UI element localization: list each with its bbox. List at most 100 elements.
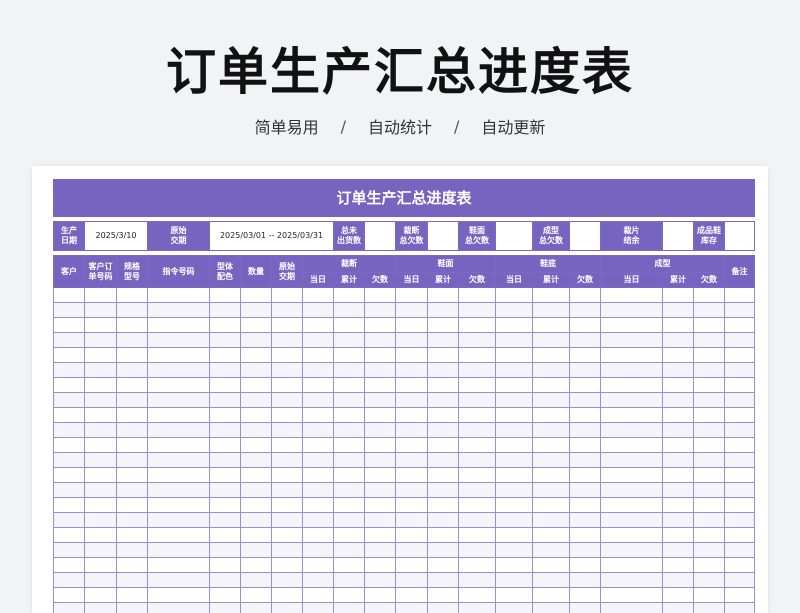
table-cell[interactable] xyxy=(53,587,85,603)
table-cell[interactable] xyxy=(532,422,570,438)
table-cell[interactable] xyxy=(116,392,148,408)
table-cell[interactable] xyxy=(84,452,117,468)
table-cell[interactable] xyxy=(723,287,756,303)
table-cell[interactable] xyxy=(532,302,570,318)
table-cell[interactable] xyxy=(458,512,496,528)
table-cell[interactable] xyxy=(458,302,496,318)
table-cell[interactable] xyxy=(427,482,459,498)
table-cell[interactable] xyxy=(395,317,428,333)
table-cell[interactable] xyxy=(569,587,601,603)
table-cell[interactable] xyxy=(53,377,85,393)
table-cell[interactable] xyxy=(532,392,570,408)
table-cell[interactable] xyxy=(495,377,533,393)
table-cell[interactable] xyxy=(427,332,459,348)
table-cell[interactable] xyxy=(209,587,241,603)
table-cell[interactable] xyxy=(532,332,570,348)
table-cell[interactable] xyxy=(271,392,303,408)
table-cell[interactable] xyxy=(53,392,85,408)
table-cell[interactable] xyxy=(302,557,334,573)
table-cell[interactable] xyxy=(395,377,428,393)
table-cell[interactable] xyxy=(458,347,496,363)
table-cell[interactable] xyxy=(209,467,241,483)
table-cell[interactable] xyxy=(532,512,570,528)
table-cell[interactable] xyxy=(240,287,272,303)
table-cell[interactable] xyxy=(302,407,334,423)
table-cell[interactable] xyxy=(427,557,459,573)
table-cell[interactable] xyxy=(693,557,725,573)
table-cell[interactable] xyxy=(240,557,272,573)
table-cell[interactable] xyxy=(600,572,663,588)
table-cell[interactable] xyxy=(302,377,334,393)
table-cell[interactable] xyxy=(302,542,334,558)
table-cell[interactable] xyxy=(209,392,241,408)
table-cell[interactable] xyxy=(209,482,241,498)
table-cell[interactable] xyxy=(532,287,570,303)
table-cell[interactable] xyxy=(569,287,601,303)
table-cell[interactable] xyxy=(53,347,85,363)
table-cell[interactable] xyxy=(271,542,303,558)
table-cell[interactable] xyxy=(458,527,496,543)
table-cell[interactable] xyxy=(116,482,148,498)
table-cell[interactable] xyxy=(240,437,272,453)
table-cell[interactable] xyxy=(53,362,85,378)
table-cell[interactable] xyxy=(427,452,459,468)
table-cell[interactable] xyxy=(84,302,117,318)
table-cell[interactable] xyxy=(209,377,241,393)
table-cell[interactable] xyxy=(495,482,533,498)
table-cell[interactable] xyxy=(569,332,601,348)
table-cell[interactable] xyxy=(569,602,601,613)
table-cell[interactable] xyxy=(53,497,85,513)
table-cell[interactable] xyxy=(458,602,496,613)
table-cell[interactable] xyxy=(147,542,210,558)
table-cell[interactable] xyxy=(395,422,428,438)
table-cell[interactable] xyxy=(116,527,148,543)
table-cell[interactable] xyxy=(209,557,241,573)
table-cell[interactable] xyxy=(723,452,756,468)
table-cell[interactable] xyxy=(333,377,365,393)
table-cell[interactable] xyxy=(600,287,663,303)
table-cell[interactable] xyxy=(600,422,663,438)
table-cell[interactable] xyxy=(271,587,303,603)
table-cell[interactable] xyxy=(240,317,272,333)
table-cell[interactable] xyxy=(532,467,570,483)
table-cell[interactable] xyxy=(240,497,272,513)
table-cell[interactable] xyxy=(84,527,117,543)
table-cell[interactable] xyxy=(364,392,396,408)
table-cell[interactable] xyxy=(84,557,117,573)
table-cell[interactable] xyxy=(84,332,117,348)
table-cell[interactable] xyxy=(662,557,694,573)
table-cell[interactable] xyxy=(569,482,601,498)
table-cell[interactable] xyxy=(395,407,428,423)
table-cell[interactable] xyxy=(147,317,210,333)
table-cell[interactable] xyxy=(302,422,334,438)
table-cell[interactable] xyxy=(271,497,303,513)
table-cell[interactable] xyxy=(364,512,396,528)
table-cell[interactable] xyxy=(395,302,428,318)
table-cell[interactable] xyxy=(662,572,694,588)
table-cell[interactable] xyxy=(147,287,210,303)
table-cell[interactable] xyxy=(723,362,756,378)
table-cell[interactable] xyxy=(395,557,428,573)
table-cell[interactable] xyxy=(395,392,428,408)
table-cell[interactable] xyxy=(723,527,756,543)
table-cell[interactable] xyxy=(600,392,663,408)
table-cell[interactable] xyxy=(147,452,210,468)
table-cell[interactable] xyxy=(240,602,272,613)
table-cell[interactable] xyxy=(302,482,334,498)
table-cell[interactable] xyxy=(271,512,303,528)
table-cell[interactable] xyxy=(693,602,725,613)
cut-owed-value[interactable] xyxy=(427,221,459,251)
table-cell[interactable] xyxy=(532,317,570,333)
table-cell[interactable] xyxy=(333,527,365,543)
table-cell[interactable] xyxy=(662,602,694,613)
table-cell[interactable] xyxy=(209,497,241,513)
table-cell[interactable] xyxy=(600,317,663,333)
table-cell[interactable] xyxy=(333,452,365,468)
table-cell[interactable] xyxy=(395,602,428,613)
table-cell[interactable] xyxy=(147,437,210,453)
total-unshipped-value[interactable] xyxy=(364,221,396,251)
table-cell[interactable] xyxy=(662,452,694,468)
table-cell[interactable] xyxy=(333,317,365,333)
table-cell[interactable] xyxy=(600,542,663,558)
table-cell[interactable] xyxy=(53,512,85,528)
